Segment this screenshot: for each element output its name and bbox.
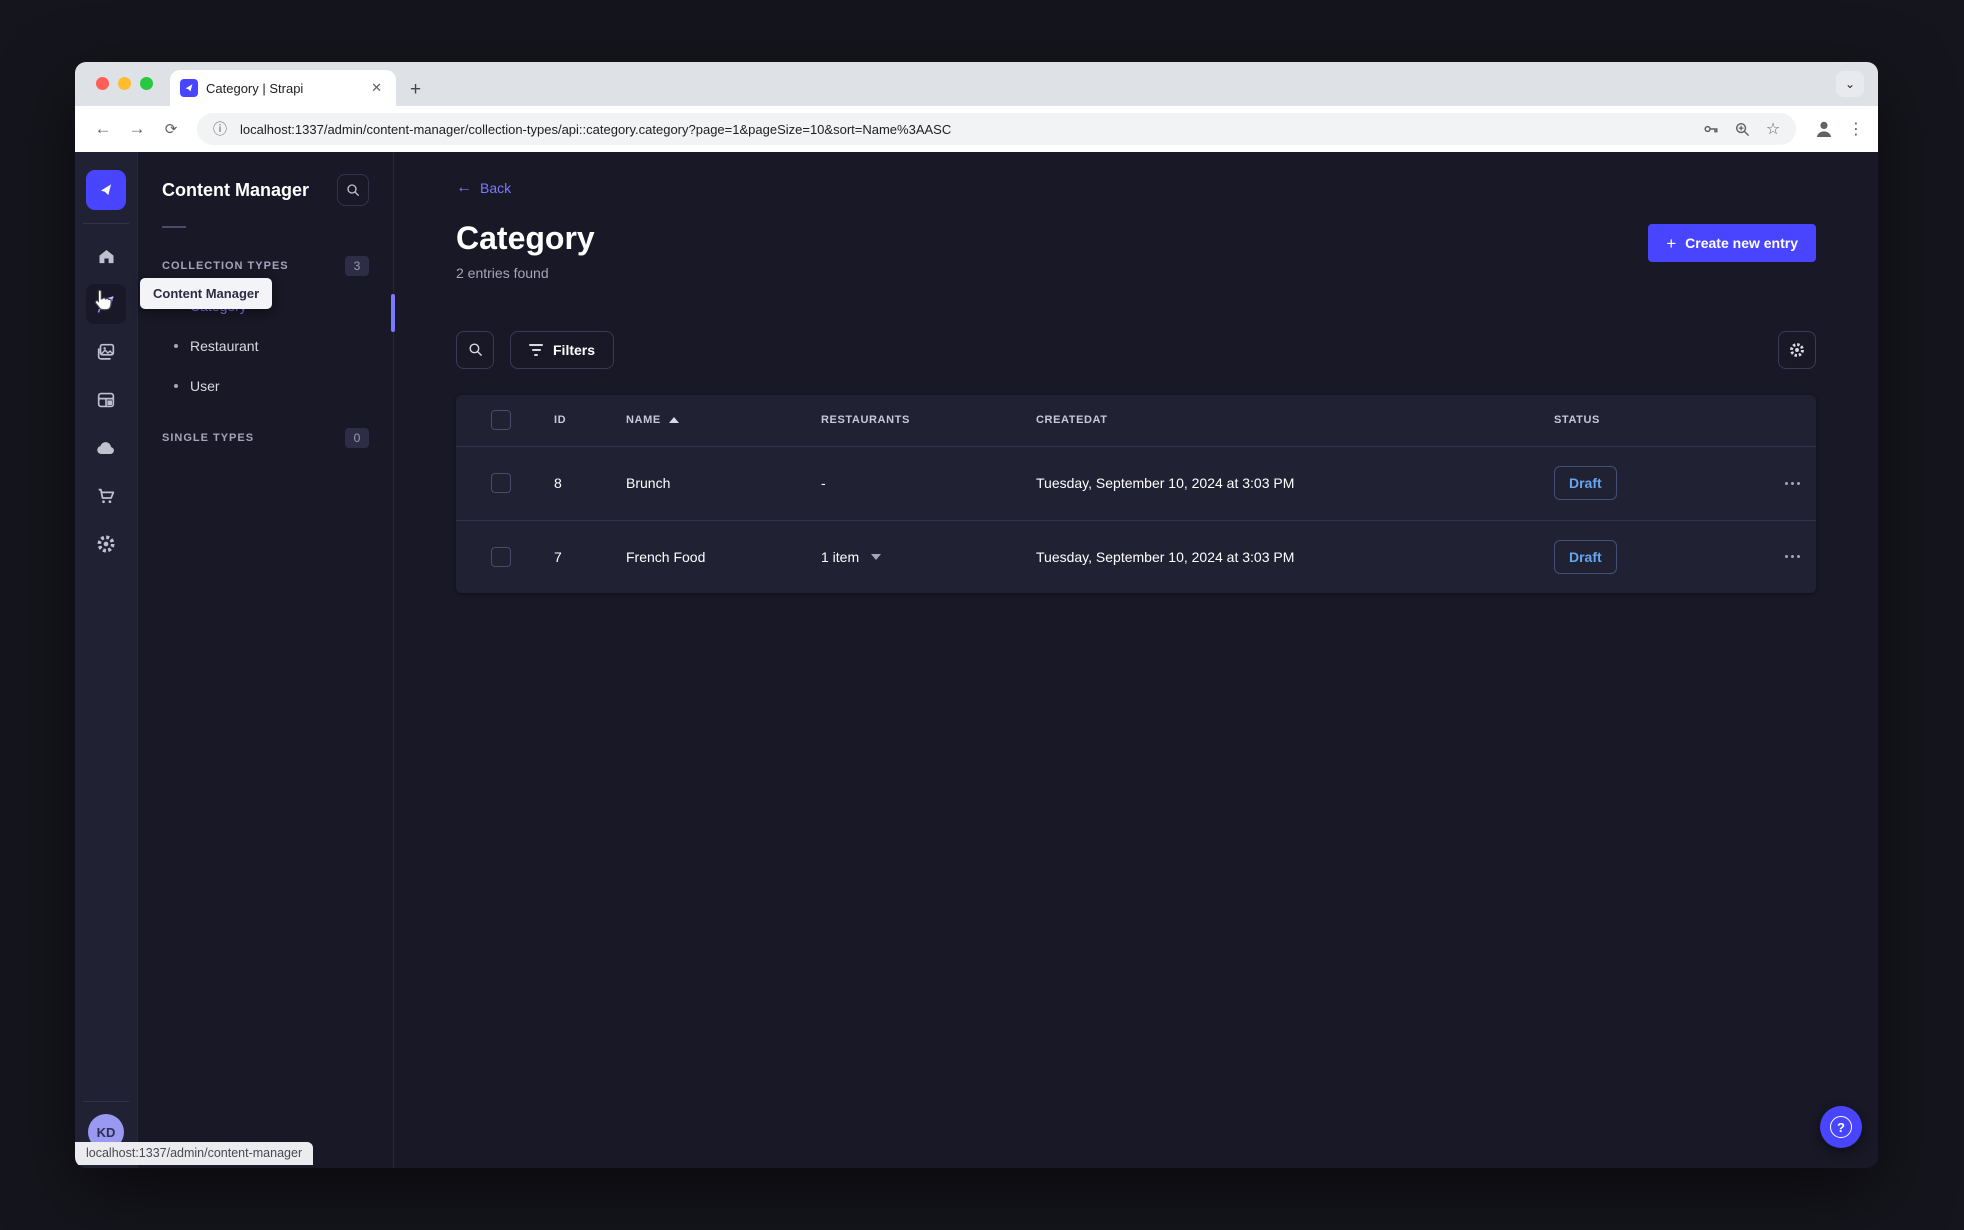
sidebar-item-label: Restaurant — [190, 338, 259, 354]
settings-gear-icon[interactable] — [86, 524, 126, 564]
filter-icon — [529, 343, 543, 356]
table-header-row: ID NAME RESTAURANTS CREATEDAT STATUS — [456, 395, 1816, 447]
minimize-window-button[interactable] — [118, 77, 131, 90]
strapi-admin-app: KD Content Manager Collection Types 3 Ca… — [75, 152, 1878, 1168]
zoom-in-icon[interactable] — [1731, 118, 1753, 140]
tab-close-icon[interactable]: ✕ — [367, 78, 386, 98]
toolbar-right: ⋮ — [1812, 117, 1864, 141]
main-content: ← Back Category 2 entries found + Create… — [394, 152, 1878, 1168]
bullet-icon — [174, 384, 178, 388]
forward-nav-icon[interactable]: → — [123, 115, 151, 143]
window-controls — [96, 77, 153, 90]
cell-createdat: Tuesday, September 10, 2024 at 3:03 PM — [1036, 548, 1295, 565]
maximize-window-button[interactable] — [140, 77, 153, 90]
single-types-count-badge: 0 — [345, 428, 369, 448]
chevron-down-icon — [871, 553, 882, 560]
subnav-search-icon[interactable] — [337, 174, 369, 206]
create-new-entry-label: Create new entry — [1685, 235, 1798, 251]
table-row[interactable]: 7 French Food 1 item Tuesday, September … — [456, 519, 1816, 593]
browser-tab[interactable]: Category | Strapi ✕ — [170, 70, 396, 106]
reload-icon[interactable]: ⟳ — [157, 115, 185, 143]
header-id[interactable]: ID — [554, 414, 626, 426]
table-row[interactable]: 8 Brunch - Tuesday, September 10, 2024 a… — [456, 447, 1816, 520]
media-library-icon[interactable] — [86, 332, 126, 372]
table-search-icon[interactable] — [456, 330, 494, 369]
close-window-button[interactable] — [96, 77, 109, 90]
cell-restaurants-dropdown[interactable]: 1 item — [821, 549, 1036, 565]
cell-id: 8 — [554, 475, 562, 492]
filters-button[interactable]: Filters — [510, 330, 615, 369]
content-type-builder-icon[interactable] — [86, 380, 126, 420]
back-nav-icon[interactable]: ← — [89, 115, 117, 143]
back-arrow-icon: ← — [456, 179, 472, 196]
sidebar-item-label: User — [190, 378, 220, 394]
cloud-icon[interactable] — [86, 428, 126, 468]
status-badge: Draft — [1554, 539, 1617, 574]
view-settings-gear-icon[interactable] — [1778, 330, 1816, 369]
new-tab-button[interactable]: + — [410, 80, 421, 99]
strapi-favicon — [180, 79, 198, 97]
plus-icon: + — [1666, 233, 1677, 253]
browser-tab-strip: Category | Strapi ✕ + ⌄ — [75, 62, 1878, 106]
back-link[interactable]: ← Back — [456, 179, 1816, 197]
header-createdat: CREATEDAT — [1036, 414, 1108, 427]
filters-label: Filters — [553, 341, 596, 358]
back-label: Back — [480, 180, 512, 196]
cell-name: Brunch — [626, 475, 671, 492]
cell-restaurants: - — [821, 475, 826, 492]
rail-divider — [83, 223, 129, 224]
sort-ascending-icon — [668, 417, 679, 424]
marketplace-cart-icon[interactable] — [86, 476, 126, 516]
cell-createdat: Tuesday, September 10, 2024 at 3:03 PM — [1036, 475, 1295, 492]
entries-count: 2 entries found — [456, 264, 549, 281]
browser-window: Category | Strapi ✕ + ⌄ ← → ⟳ ⓘ localhos… — [75, 62, 1878, 1168]
tab-search-chevron-icon[interactable]: ⌄ — [1836, 71, 1864, 97]
row-actions-kebab-icon[interactable] — [1720, 481, 1800, 485]
question-mark-icon: ? — [1830, 1116, 1852, 1138]
create-new-entry-button[interactable]: + Create new entry — [1648, 224, 1816, 262]
sidebar-item-restaurant[interactable]: Restaurant — [162, 326, 369, 366]
url-text: localhost:1337/admin/content-manager/col… — [240, 121, 952, 137]
header-name-label: NAME — [626, 414, 661, 427]
cell-id: 7 — [554, 548, 562, 565]
single-types-label: Single Types — [162, 432, 255, 444]
collection-types-count-badge: 3 — [345, 256, 369, 276]
select-all-checkbox[interactable] — [491, 410, 511, 431]
password-key-icon[interactable] — [1700, 118, 1722, 140]
help-button[interactable]: ? — [1820, 1106, 1862, 1148]
profile-avatar-icon[interactable] — [1812, 117, 1836, 141]
page-title: Category — [456, 220, 595, 256]
header-status: STATUS — [1554, 414, 1600, 427]
address-bar[interactable]: ⓘ localhost:1337/admin/content-manager/c… — [197, 113, 1796, 145]
header-restaurants: RESTAURANTS — [821, 414, 910, 427]
browser-menu-kebab-icon[interactable]: ⋮ — [1848, 119, 1864, 139]
subnav-divider — [162, 226, 186, 228]
browser-toolbar: ← → ⟳ ⓘ localhost:1337/admin/content-man… — [75, 106, 1878, 152]
cell-name: French Food — [626, 548, 706, 565]
strapi-logo[interactable] — [86, 170, 126, 210]
sidebar-item-user[interactable]: User — [162, 366, 369, 406]
row-actions-kebab-icon[interactable] — [1720, 555, 1800, 559]
site-info-icon[interactable]: ⓘ — [209, 118, 231, 140]
row-checkbox[interactable] — [491, 473, 511, 494]
tab-title: Category | Strapi — [206, 80, 304, 96]
entries-table: ID NAME RESTAURANTS CREATEDAT STATUS 8 B… — [456, 394, 1816, 593]
collection-types-label: Collection Types — [162, 260, 289, 272]
rail-divider — [83, 1101, 129, 1102]
bullet-icon — [174, 344, 178, 348]
bookmark-star-icon[interactable]: ☆ — [1762, 118, 1784, 140]
cell-restaurants-label: 1 item — [821, 548, 860, 565]
row-checkbox[interactable] — [491, 546, 511, 567]
mouse-cursor-hand — [90, 288, 116, 314]
home-icon[interactable] — [86, 236, 126, 276]
status-badge: Draft — [1554, 466, 1617, 501]
content-manager-tooltip: Content Manager — [140, 278, 273, 309]
header-name[interactable]: NAME — [626, 414, 821, 426]
subnav-title: Content Manager — [162, 179, 310, 200]
link-preview-status-bar: localhost:1337/admin/content-manager — [75, 1142, 314, 1165]
